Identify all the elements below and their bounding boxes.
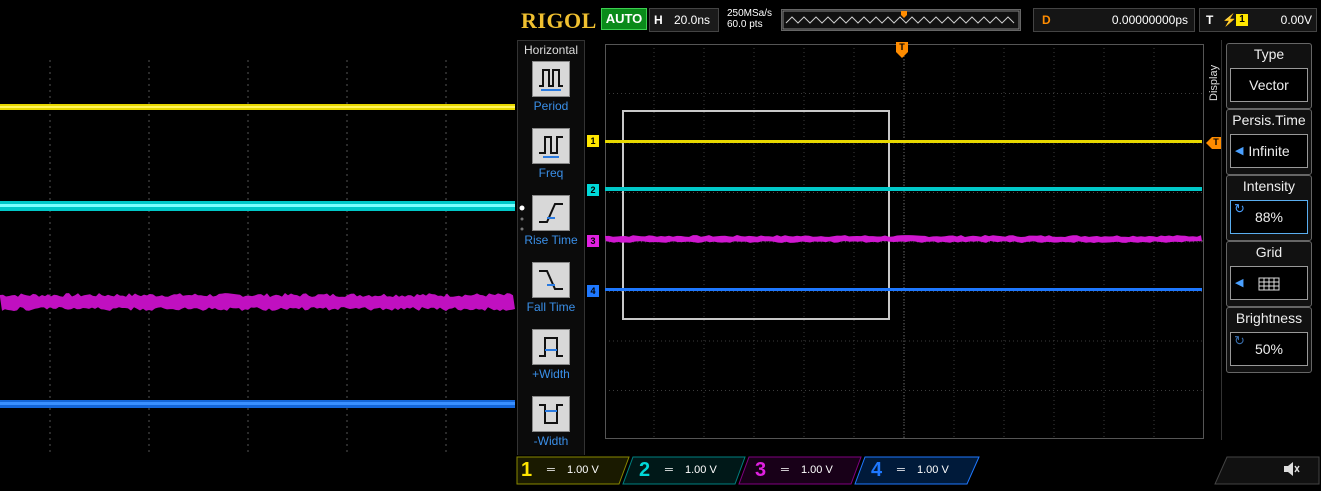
- top-status-bar: RIGOL AUTO H 20.0ns 250MSa/s 60.0 pts D …: [515, 0, 1321, 40]
- softkey-type[interactable]: Type Vector: [1226, 43, 1312, 109]
- frequency-icon: [532, 128, 570, 164]
- acquisition-info: 250MSa/s 60.0 pts: [727, 8, 772, 30]
- channel-2-number: 2: [639, 459, 651, 481]
- zoomed-waveform-svg: [0, 60, 515, 456]
- menu-item-freq[interactable]: Freq: [518, 128, 584, 192]
- channel-2-status[interactable]: 2 ═ 1.00 V: [633, 457, 743, 483]
- menu-item-period[interactable]: Period: [518, 61, 584, 125]
- softkey-intensity[interactable]: Intensity ↻ 88%: [1226, 175, 1312, 241]
- rotate-knob-icon: ↻: [1234, 333, 1245, 348]
- softkey-type-title: Type: [1253, 46, 1285, 62]
- trigger-position-marker[interactable]: T: [896, 42, 908, 58]
- negative-width-icon: [532, 396, 570, 432]
- menu-title: Horizontal: [523, 43, 579, 57]
- trigger-level: 0.00V: [1280, 13, 1312, 27]
- trace-4: [605, 288, 1202, 291]
- softkey-brightness-title: Brightness: [1235, 310, 1303, 326]
- channel-3-coupling-icon: ═: [781, 464, 789, 476]
- menu-item-label: +Width: [532, 367, 570, 381]
- run-status-badge[interactable]: AUTO: [601, 8, 647, 30]
- menu-item-label: Freq: [538, 166, 564, 180]
- channel-2-marker[interactable]: 2: [587, 184, 599, 196]
- channel-1-coupling-icon: ═: [547, 464, 555, 476]
- zoom-trace-3: [0, 293, 515, 311]
- softkey-grid[interactable]: Grid ◀: [1226, 241, 1312, 307]
- delay-display[interactable]: D 0.00000000ps: [1033, 8, 1195, 32]
- channel-1-status[interactable]: 1 ═ 1.00 V: [515, 457, 625, 483]
- menu-item-rise-time[interactable]: Rise Time: [518, 195, 584, 259]
- channel-3-number: 3: [755, 459, 767, 481]
- trace-1: [605, 140, 1202, 143]
- softkey-brightness[interactable]: Brightness ↻ 50%: [1226, 307, 1312, 373]
- rotate-knob-icon: ↻: [1234, 201, 1245, 216]
- channel-4-number: 4: [871, 459, 883, 481]
- trigger-key: T: [1206, 13, 1214, 27]
- softkey-grid-value: ◀: [1230, 266, 1308, 300]
- softkey-persistence-value: ◀ Infinite: [1230, 134, 1308, 168]
- zoom-grid: [49, 60, 447, 456]
- brand-logo: RIGOL: [521, 8, 597, 33]
- menu-item-fall-time[interactable]: Fall Time: [518, 262, 584, 326]
- softkey-type-value: Vector: [1230, 68, 1308, 102]
- fall-time-icon: [532, 262, 570, 298]
- trigger-display[interactable]: T ⚡ 1 0.00V: [1199, 8, 1317, 32]
- menu-item-negative-width[interactable]: -Width: [518, 396, 584, 460]
- trigger-level-marker[interactable]: T: [1206, 136, 1222, 149]
- menu-item-label: Period: [533, 99, 569, 113]
- timebase-value: 20.0ns: [674, 13, 711, 27]
- channel-1-scale: 1.00 V: [567, 464, 599, 476]
- trace-3: [605, 235, 1202, 243]
- left-arrow-icon: ◀: [1235, 145, 1244, 157]
- horizontal-measure-menu: Horizontal Period Freq Rise Time Fall Ti…: [517, 40, 585, 486]
- channel-2-scale: 1.00 V: [685, 464, 717, 476]
- horizontal-timebase[interactable]: H 20.0ns: [649, 8, 719, 32]
- oscilloscope-screen: RIGOL AUTO H 20.0ns 250MSa/s 60.0 pts D …: [515, 0, 1321, 486]
- display-menu-title: Display: [1208, 64, 1220, 102]
- trigger-position-label: T: [899, 42, 905, 52]
- channel-3-status[interactable]: 3 ═ 1.00 V: [749, 457, 859, 483]
- period-icon: [532, 61, 570, 97]
- menu-page-indicator: [519, 204, 525, 234]
- display-menu: Type Vector Persis.Time ◀ Infinite Intens…: [1221, 40, 1320, 440]
- positive-width-icon: [532, 329, 570, 365]
- menu-item-label: Fall Time: [526, 300, 576, 314]
- trace-2: [605, 187, 1202, 191]
- channel-4-status[interactable]: 4 ═ 1.00 V: [865, 457, 975, 483]
- speaker-icon[interactable]: [1281, 459, 1301, 484]
- horizontal-key: H: [654, 13, 663, 27]
- sample-rate: 250MSa/s: [727, 8, 773, 19]
- waveform-svg: [605, 44, 1205, 440]
- zoomed-waveform-view: [0, 0, 515, 486]
- waveform-area[interactable]: [605, 44, 1205, 440]
- trigger-slope-icon: ⚡: [1222, 13, 1237, 27]
- rise-time-icon: [532, 195, 570, 231]
- channel-2-coupling-icon: ═: [665, 464, 673, 476]
- channel-3-marker[interactable]: 3: [587, 235, 599, 247]
- channel-status-bar: 1 ═ 1.00 V 2 ═ 1.00 V 3 ═ 1.00 V 4 ═ 1.0…: [515, 455, 1321, 486]
- menu-item-positive-width[interactable]: +Width: [518, 329, 584, 393]
- softkey-brightness-value: ↻ 50%: [1230, 332, 1308, 366]
- left-arrow-icon: ◀: [1235, 277, 1244, 289]
- memory-depth: 60.0 pts: [727, 19, 763, 30]
- delay-key: D: [1042, 13, 1051, 27]
- softkey-grid-title: Grid: [1255, 244, 1283, 260]
- trigger-source: 1: [1236, 14, 1248, 26]
- softkey-intensity-title: Intensity: [1242, 178, 1296, 194]
- softkey-persistence-title: Persis.Time: [1232, 112, 1306, 128]
- waveform-memory-bar[interactable]: [781, 9, 1021, 31]
- softkey-persistence-time[interactable]: Persis.Time ◀ Infinite: [1226, 109, 1312, 175]
- channel-4-marker[interactable]: 4: [587, 285, 599, 297]
- channel-3-scale: 1.00 V: [801, 464, 833, 476]
- channel-4-coupling-icon: ═: [897, 464, 905, 476]
- channel-1-number: 1: [521, 459, 533, 481]
- channel-4-scale: 1.00 V: [917, 464, 949, 476]
- channel-1-marker[interactable]: 1: [587, 135, 599, 147]
- grid-icon: [1258, 277, 1280, 291]
- softkey-intensity-value: ↻ 88%: [1230, 200, 1308, 234]
- menu-item-label: -Width: [533, 434, 569, 448]
- delay-value: 0.00000000ps: [1111, 13, 1188, 27]
- menu-item-label: Rise Time: [524, 233, 578, 247]
- memory-trigger-marker-icon: [901, 11, 907, 18]
